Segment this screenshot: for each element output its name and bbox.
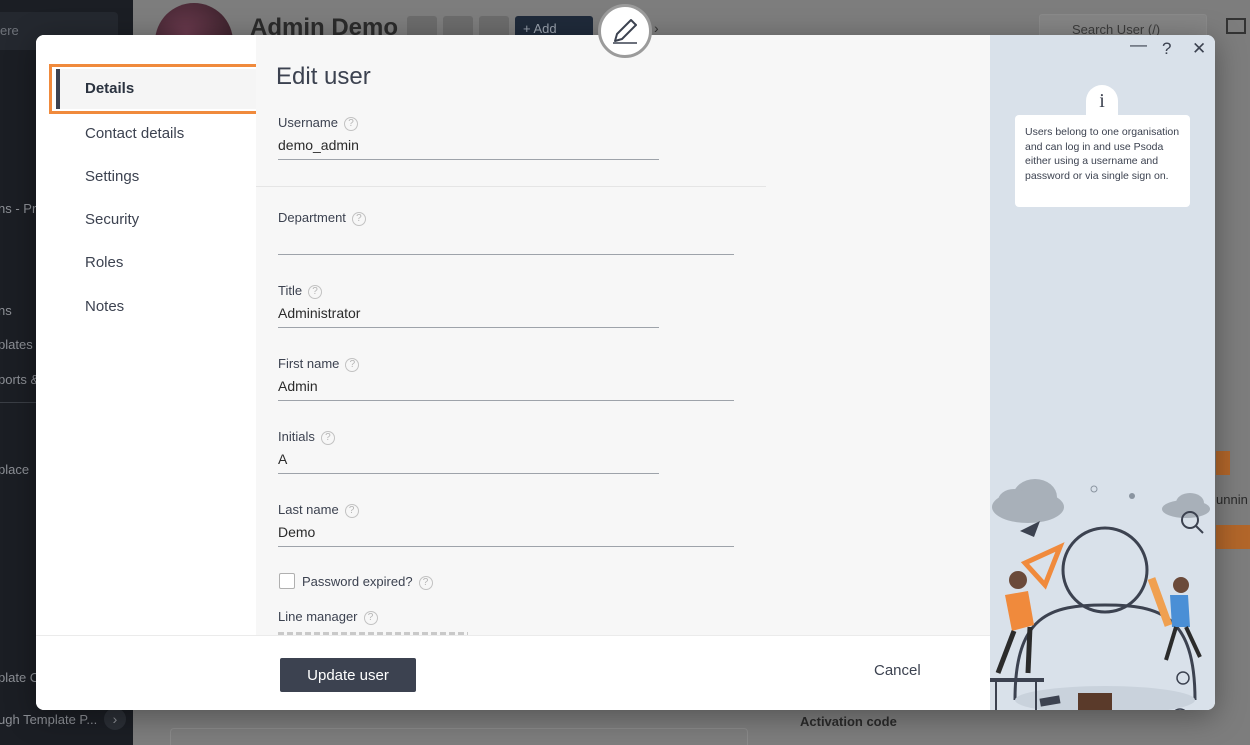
cancel-button[interactable]: Cancel (874, 662, 921, 679)
initials-field[interactable]: A (278, 451, 287, 467)
background-sidebar-item: ports & (0, 372, 40, 387)
team-illustration (990, 479, 1210, 710)
help-icon[interactable]: ? (345, 357, 360, 372)
edit-user-dialog: Details Contact details Settings Securit… (36, 35, 1215, 710)
help-icon[interactable]: ? (1162, 39, 1171, 59)
help-icon[interactable]: ? (343, 116, 358, 131)
dialog-nav: Details Contact details Settings Securit… (36, 35, 261, 635)
dot (1090, 485, 1098, 493)
department-label: Department? (278, 210, 366, 226)
help-icon[interactable]: ? (363, 610, 378, 625)
password-expired-label: Password expired?? (302, 574, 433, 590)
background-field (170, 728, 748, 745)
close-icon[interactable]: ✕ (1192, 39, 1206, 59)
department-field[interactable] (278, 232, 733, 252)
help-icon[interactable]: ? (351, 211, 366, 226)
help-icon[interactable]: ? (320, 430, 335, 445)
line-manager-label: Line manager? (278, 609, 378, 625)
toolbox-icon (1078, 693, 1112, 710)
info-text: Users belong to one organisation and can… (1015, 115, 1190, 207)
form-content: Edit user Username? demo_admin Departmen… (256, 35, 990, 635)
paper-plane-icon (1020, 521, 1040, 537)
background-sidebar-item: ugh Template P... (0, 712, 98, 727)
pencil-icon (598, 4, 652, 58)
info-icon: i (1086, 85, 1118, 119)
nav-item-settings[interactable]: Settings (85, 168, 139, 185)
background-sidebar-item: plates (0, 337, 33, 352)
background-orange-bar (1216, 525, 1250, 549)
update-user-button[interactable]: Update user (280, 658, 416, 692)
background-activation-label: Activation code (800, 714, 897, 729)
help-icon[interactable]: ? (308, 284, 323, 299)
username-field[interactable]: demo_admin (278, 137, 359, 153)
background-orange-button (1216, 451, 1230, 475)
dialog-footer: Update user Cancel (36, 635, 990, 710)
last-name-label: Last name? (278, 502, 359, 518)
background-sidebar-item: ns (0, 303, 12, 318)
field-underline (278, 473, 659, 474)
title-field[interactable]: Administrator (278, 305, 360, 321)
password-expired-checkbox[interactable] (279, 573, 295, 589)
first-name-label: First name? (278, 356, 360, 372)
title-label: Title? (278, 283, 323, 299)
first-name-field[interactable]: Admin (278, 378, 318, 394)
field-underline (278, 159, 659, 160)
background-status-text: unnin (1216, 492, 1248, 507)
field-underline (278, 546, 734, 547)
info-panel: — ? ✕ i Users belong to one organisation… (990, 35, 1215, 710)
help-icon[interactable]: ? (344, 503, 359, 518)
chevron-right-icon: › (104, 708, 126, 730)
dot (1129, 493, 1135, 499)
background-sidebar-item: place (0, 462, 30, 477)
help-icon[interactable]: ? (418, 575, 433, 590)
mail-icon (1226, 18, 1246, 34)
cloud-icon (992, 479, 1064, 523)
background-sidebar-item: plate C (0, 670, 40, 685)
section-divider (256, 186, 766, 187)
field-underline (278, 400, 734, 401)
nav-item-contact-details[interactable]: Contact details (85, 125, 184, 142)
chevron-right-icon: › (654, 20, 659, 36)
initials-label: Initials? (278, 429, 335, 445)
nav-item-security[interactable]: Security (85, 211, 139, 228)
minimize-icon[interactable]: — (1130, 35, 1147, 55)
field-underline (278, 327, 659, 328)
page-title: Edit user (276, 63, 371, 90)
username-label: Username? (278, 115, 358, 131)
nav-item-notes[interactable]: Notes (85, 298, 124, 315)
nav-item-roles[interactable]: Roles (85, 254, 123, 271)
focus-highlight (49, 64, 261, 114)
last-name-field[interactable]: Demo (278, 524, 315, 540)
field-underline (278, 254, 734, 255)
